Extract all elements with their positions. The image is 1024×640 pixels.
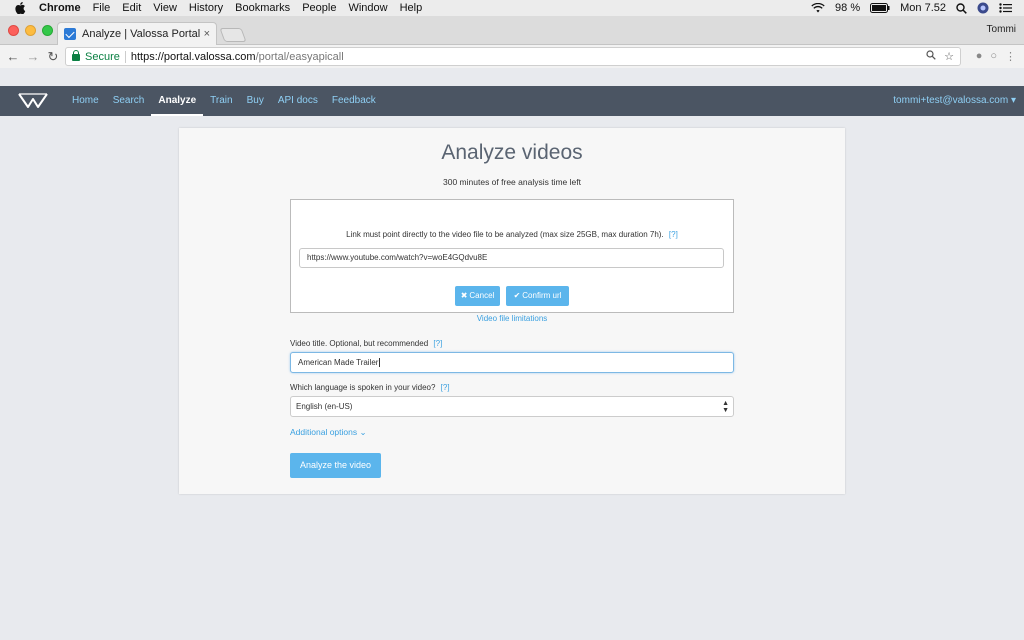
menu-edit[interactable]: Edit: [122, 2, 141, 14]
title-help-link[interactable]: [?]: [433, 339, 442, 348]
analyze-video-button[interactable]: Analyze the video: [290, 453, 381, 478]
nav-analyze[interactable]: Analyze: [151, 86, 204, 116]
wifi-icon[interactable]: [811, 3, 825, 13]
language-help-link[interactable]: [?]: [441, 383, 450, 392]
url-host: https://portal.valossa.com: [130, 50, 256, 63]
select-updown-icon: ▲ ▼: [722, 400, 729, 414]
reload-icon[interactable]: ↻: [46, 49, 60, 65]
nav-home[interactable]: Home: [65, 86, 106, 116]
apple-icon[interactable]: [15, 2, 29, 14]
close-window-button[interactable]: [8, 25, 19, 36]
video-url-input[interactable]: https://www.youtube.com/watch?v=woE4GQdv…: [299, 248, 724, 268]
menu-people[interactable]: People: [302, 2, 336, 14]
checkmark-icon: ✔: [513, 291, 521, 300]
address-separator: [124, 50, 126, 63]
tab-title: Analyze | Valossa Portal: [82, 28, 201, 40]
menu-help[interactable]: Help: [400, 2, 423, 14]
menu-view[interactable]: View: [153, 2, 177, 14]
additional-options-toggle[interactable]: Additional options ⌄: [290, 427, 367, 438]
browser-tab-active[interactable]: Analyze | Valossa Portal ×: [57, 22, 217, 45]
url-hint: Link must point directly to the video fi…: [290, 230, 734, 239]
nav-buy[interactable]: Buy: [240, 86, 271, 116]
siri-icon[interactable]: [977, 2, 989, 14]
extension-icon[interactable]: ○: [990, 50, 997, 63]
free-time-remaining: 300 minutes of free analysis time left: [443, 177, 581, 187]
zoom-window-button[interactable]: [42, 25, 53, 36]
secure-label: Secure: [85, 50, 120, 63]
video-title-input[interactable]: American Made Trailer: [290, 352, 734, 373]
confirm-url-button[interactable]: ✔ Confirm url: [506, 286, 569, 306]
nav-feedback[interactable]: Feedback: [325, 86, 383, 116]
cancel-label: Cancel: [469, 291, 495, 300]
browser-tabstrip: Analyze | Valossa Portal × Tommi: [0, 16, 1024, 45]
x-icon: ✖: [460, 291, 468, 300]
site-navbar: Home Search Analyze Train Buy API docs F…: [0, 86, 1024, 116]
forward-arrow-icon[interactable]: →: [26, 49, 40, 64]
omnibox-actions: ☆: [926, 50, 954, 63]
language-label-text: Which language is spoken in your video?: [290, 383, 436, 392]
language-label: Which language is spoken in your video? …: [290, 383, 450, 392]
video-title-label-text: Video title. Optional, but recommended: [290, 339, 429, 348]
language-selected-value: English (en-US): [296, 402, 353, 411]
battery-icon[interactable]: [870, 3, 890, 13]
address-bar[interactable]: Secure https://portal.valossa.com/portal…: [65, 47, 961, 66]
bookmark-star-icon[interactable]: ☆: [944, 50, 954, 63]
chevron-down-icon: ⌄: [359, 427, 367, 437]
notification-center-icon[interactable]: [999, 3, 1012, 13]
back-arrow-icon[interactable]: ←: [6, 49, 20, 64]
cancel-button[interactable]: ✖ Cancel: [455, 286, 500, 306]
user-menu[interactable]: tommi+test@valossa.com ▾: [893, 86, 1016, 116]
video-file-limitations-link[interactable]: Video file limitations: [290, 314, 734, 323]
valossa-logo-icon[interactable]: [18, 93, 48, 109]
language-select[interactable]: English (en-US) ▲ ▼: [290, 396, 734, 417]
menu-file[interactable]: File: [93, 2, 111, 14]
macos-menubar: Chrome File Edit View History Bookmarks …: [0, 0, 1024, 16]
minimize-window-button[interactable]: [25, 25, 36, 36]
menu-window[interactable]: Window: [348, 2, 387, 14]
menu-history[interactable]: History: [189, 2, 223, 14]
url-path: /portal/easyapicall: [255, 50, 344, 63]
nav-search[interactable]: Search: [106, 86, 152, 116]
text-cursor: [379, 358, 381, 367]
extension-icon[interactable]: ●: [976, 50, 983, 63]
profile-name[interactable]: Tommi: [987, 24, 1016, 35]
clock[interactable]: Mon 7.52: [900, 2, 946, 14]
additional-options-label: Additional options: [290, 427, 358, 437]
browser-toolbar: ← → ↻ Secure https://portal.valossa.com /…: [0, 45, 1024, 68]
valossa-favicon-icon: [64, 28, 76, 40]
url-help-link[interactable]: [?]: [669, 230, 678, 239]
menubar-status-area: 98 % Mon 7.52: [811, 2, 1012, 14]
tab-close-icon[interactable]: ×: [204, 28, 210, 40]
page-title: Analyze videos: [441, 141, 583, 164]
chrome-menu-icon[interactable]: ⋮: [1005, 50, 1016, 63]
battery-percent: 98 %: [835, 2, 861, 14]
menu-app-name[interactable]: Chrome: [39, 2, 81, 14]
url-hint-text: Link must point directly to the video fi…: [346, 230, 664, 239]
menu-bookmarks[interactable]: Bookmarks: [235, 2, 290, 14]
spotlight-search-icon[interactable]: [956, 2, 967, 14]
nav-links: Home Search Analyze Train Buy API docs F…: [65, 86, 383, 116]
video-title-label: Video title. Optional, but recommended […: [290, 339, 442, 348]
nav-api-docs[interactable]: API docs: [271, 86, 325, 116]
lock-icon: [72, 50, 80, 61]
window-controls: [8, 25, 53, 36]
confirm-url-label: Confirm url: [522, 291, 562, 300]
video-title-value: American Made Trailer: [298, 358, 379, 367]
extension-icons: ● ○ ⋮: [976, 50, 1016, 63]
new-tab-button[interactable]: [219, 28, 247, 42]
zoom-icon[interactable]: [926, 50, 936, 63]
nav-train[interactable]: Train: [203, 86, 239, 116]
